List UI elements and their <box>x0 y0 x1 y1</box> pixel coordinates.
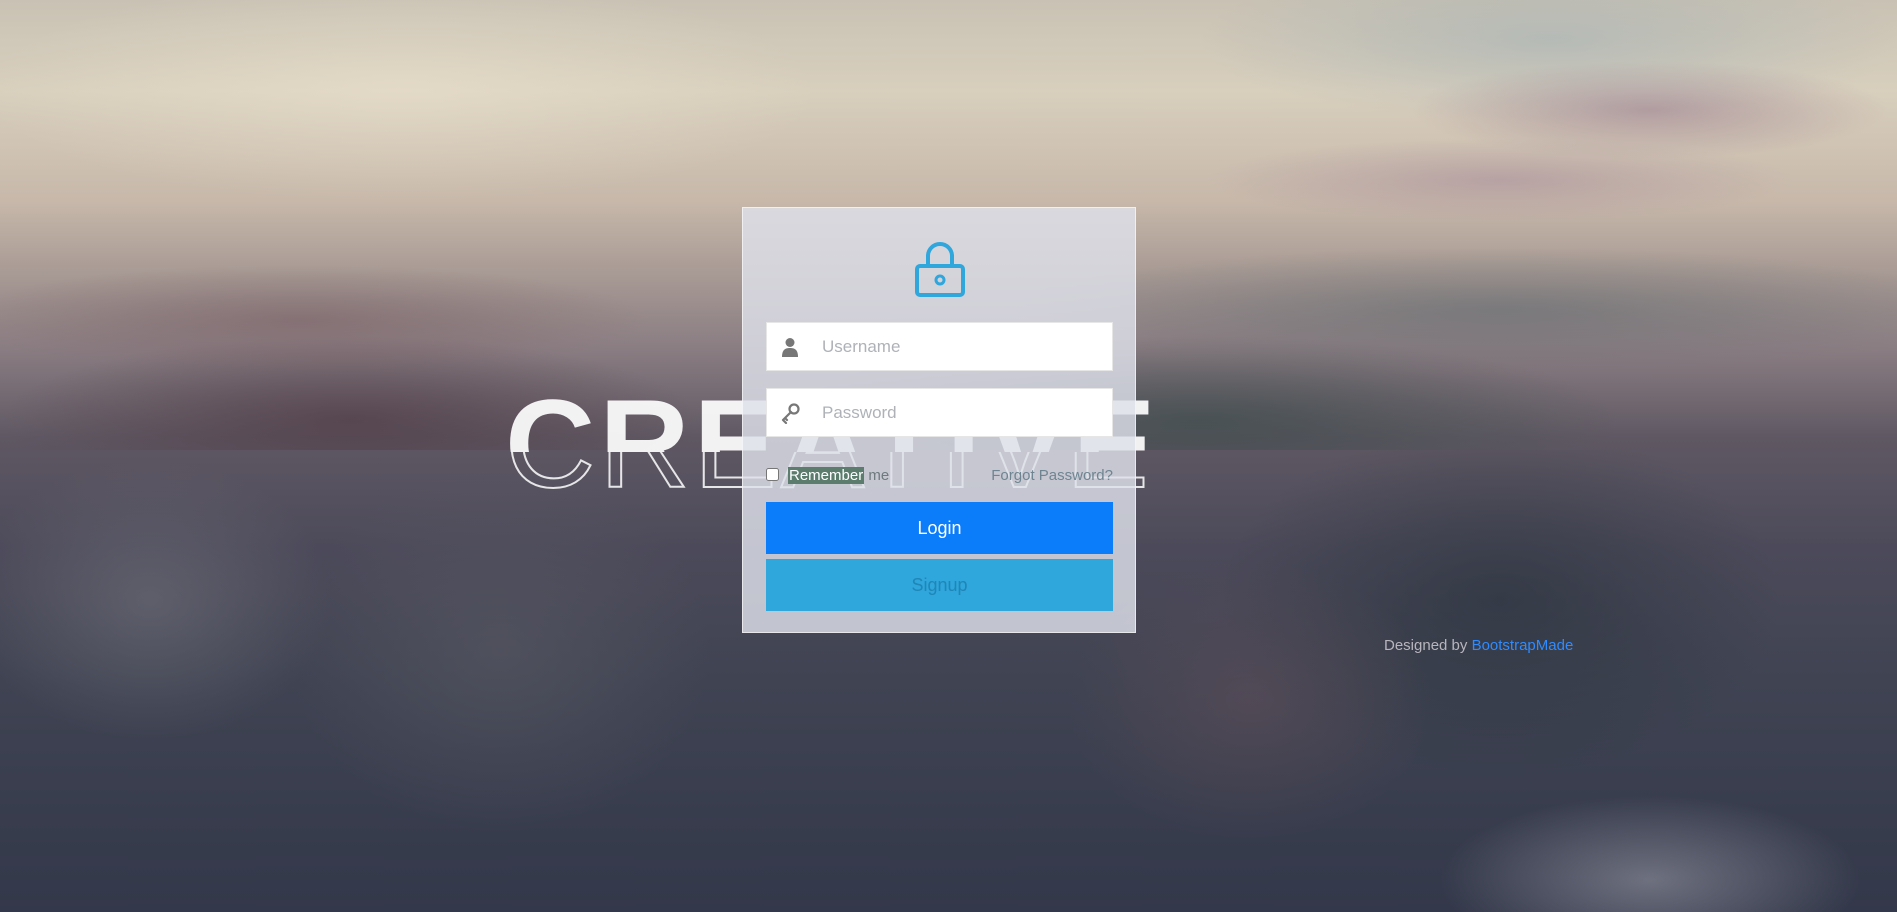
login-button[interactable]: Login <box>766 502 1113 554</box>
lock-icon <box>915 242 965 297</box>
username-field <box>766 322 1113 371</box>
key-icon <box>781 403 800 424</box>
remember-checkbox[interactable] <box>766 468 779 481</box>
remember-label[interactable]: Remember me <box>788 465 889 487</box>
signup-button[interactable]: Signup <box>766 559 1113 611</box>
bootstrapmade-link[interactable]: BootstrapMade <box>1472 637 1574 654</box>
footer-credits: Designed by BootstrapMade <box>1384 636 1573 656</box>
remember-label-highlight: Remember <box>788 467 865 484</box>
remember-label-rest: me <box>864 467 890 484</box>
password-field <box>766 388 1113 437</box>
user-icon <box>782 338 798 357</box>
forgot-password-link[interactable]: Forgot Password? <box>991 465 1113 487</box>
password-input[interactable] <box>822 389 1107 436</box>
username-input[interactable] <box>822 323 1107 370</box>
login-panel: Remember me Forgot Password? Login Signu… <box>742 207 1136 633</box>
designed-by-label: Designed by <box>1384 637 1468 654</box>
remember-row: Remember me Forgot Password? <box>766 465 1113 487</box>
